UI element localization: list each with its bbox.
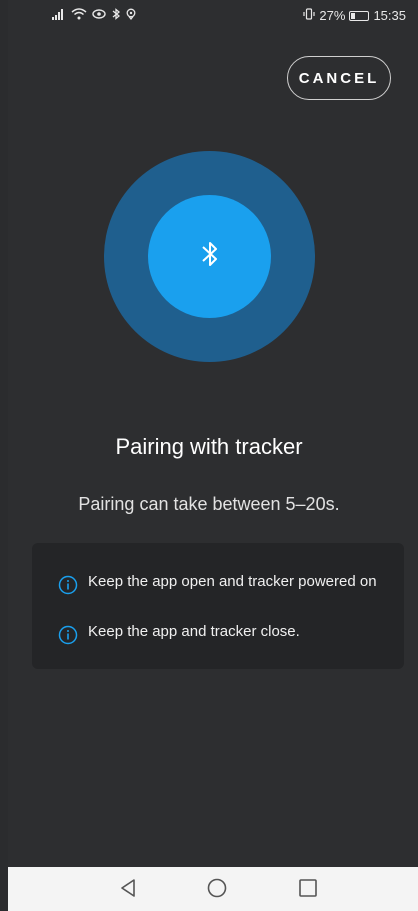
cancel-button[interactable]: CANCEL [287, 56, 391, 100]
system-nav-bar [8, 867, 418, 911]
battery-percent: 27% [319, 7, 346, 23]
tips-card: Keep the app open and tracker powered on… [32, 543, 404, 669]
back-icon[interactable] [118, 877, 140, 904]
tip-item: Keep the app and tracker close. [58, 623, 388, 645]
page-title: Pairing with tracker [115, 434, 303, 459]
tip-text: Keep the app and tracker close. [88, 623, 300, 640]
tip-item: Keep the app open and tracker powered on [58, 573, 388, 595]
info-icon [58, 575, 78, 595]
status-bar: 27% 15:35 [8, 0, 418, 30]
battery-icon [349, 10, 370, 21]
location-icon [126, 8, 136, 23]
signal-icon [52, 8, 66, 23]
pairing-indicator [148, 195, 271, 318]
status-icons-right: 27% 15:35 [303, 8, 406, 23]
battery-fill [351, 12, 356, 19]
home-icon[interactable] [206, 877, 228, 904]
status-icons-left [52, 8, 136, 23]
vibrate-icon [303, 8, 316, 23]
eye-icon [92, 8, 106, 23]
clock: 15:35 [373, 7, 406, 23]
bluetooth-icon [111, 8, 121, 23]
tip-text: Keep the app open and tracker powered on [88, 573, 377, 590]
wifi-icon [71, 8, 87, 23]
page-subtitle: Pairing can take between 5–20s. [78, 494, 340, 514]
info-icon [58, 625, 78, 645]
recents-icon[interactable] [297, 877, 319, 904]
bluetooth-icon [199, 239, 221, 274]
